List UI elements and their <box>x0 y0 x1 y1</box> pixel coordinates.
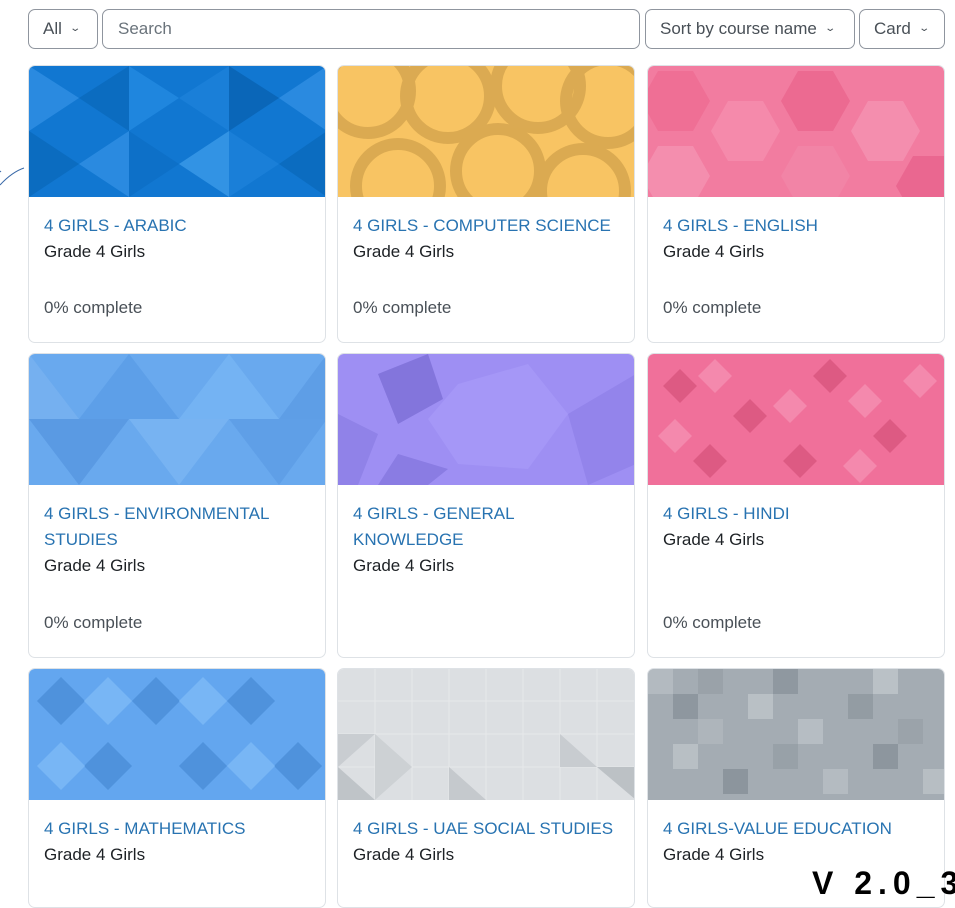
course-category: Grade 4 Girls <box>44 845 146 864</box>
course-image[interactable] <box>648 354 944 485</box>
course-card[interactable]: 4 GIRLS - COMPUTER SCIENCE Grade 4 Girls… <box>337 65 635 343</box>
sort-label: Sort by course name <box>660 19 817 38</box>
course-card[interactable]: 4 GIRLS - MATHEMATICS Grade 4 Girls <box>28 668 326 908</box>
course-progress: 0% complete <box>353 298 452 317</box>
course-name-link[interactable]: 4 GIRLS - UAE SOCIAL STUDIES <box>353 816 619 842</box>
view-dropdown[interactable]: Card ⌄ <box>859 9 945 49</box>
course-card[interactable]: 4 GIRLS - HINDI Grade 4 Girls 0% complet… <box>647 353 945 658</box>
course-name-link[interactable]: 4 GIRLS - ARABIC <box>44 213 310 239</box>
course-progress: 0% complete <box>44 613 143 632</box>
search-placeholder: Search <box>118 19 172 38</box>
chevron-down-icon: ⌄ <box>69 23 81 34</box>
course-category: Grade 4 Girls <box>353 242 455 261</box>
course-progress: 0% complete <box>44 298 143 317</box>
course-image[interactable] <box>338 354 634 485</box>
course-card[interactable]: 4 GIRLS - ENVIRONMENTAL STUDIES Grade 4 … <box>28 353 326 658</box>
course-card[interactable]: 4 GIRLS - UAE SOCIAL STUDIES Grade 4 Gir… <box>337 668 635 908</box>
course-name-link[interactable]: 4 GIRLS - GENERAL KNOWLEDGE <box>353 501 619 553</box>
course-card[interactable]: 4 GIRLS - GENERAL KNOWLEDGE Grade 4 Girl… <box>337 353 635 658</box>
course-image[interactable] <box>338 669 634 800</box>
version-label: V 2.0_3 <box>812 865 955 901</box>
course-category: Grade 4 Girls <box>663 530 765 549</box>
course-category: Grade 4 Girls <box>353 556 455 575</box>
sort-dropdown[interactable]: Sort by course name ⌄ <box>645 9 855 49</box>
course-image[interactable] <box>29 66 325 197</box>
grouping-dropdown[interactable]: All ⌄ <box>28 9 98 49</box>
course-progress: 0% complete <box>663 298 762 317</box>
course-name-link[interactable]: 4 GIRLS - HINDI <box>663 501 929 527</box>
course-name-link[interactable]: 4 GIRLS - MATHEMATICS <box>44 816 310 842</box>
course-card[interactable]: 4 GIRLS - ENGLISH Grade 4 Girls 0% compl… <box>647 65 945 343</box>
course-card[interactable]: 4 GIRLS - ARABIC Grade 4 Girls 0% comple… <box>28 65 326 343</box>
course-category: Grade 4 Girls <box>44 556 146 575</box>
chevron-down-icon: ⌄ <box>824 23 836 34</box>
course-category: Grade 4 Girls <box>663 242 765 261</box>
course-image[interactable] <box>648 66 944 197</box>
grouping-label: All <box>43 19 62 38</box>
course-category: Grade 4 Girls <box>44 242 146 261</box>
course-name-link[interactable]: 4 GIRLS - ENGLISH <box>663 213 929 239</box>
course-toolbar: All ⌄ Search Sort by course name ⌄ Card … <box>28 9 945 51</box>
course-name-link[interactable]: 4 GIRLS - ENVIRONMENTAL STUDIES <box>44 501 310 553</box>
course-image[interactable] <box>29 354 325 485</box>
course-image[interactable] <box>338 66 634 197</box>
course-name-link[interactable]: 4 GIRLS - COMPUTER SCIENCE <box>353 213 619 239</box>
view-label: Card <box>874 19 911 38</box>
course-category: Grade 4 Girls <box>353 845 455 864</box>
course-image[interactable] <box>648 669 944 800</box>
search-input[interactable]: Search <box>102 9 640 49</box>
course-progress: 0% complete <box>663 613 762 632</box>
chevron-down-icon: ⌄ <box>918 23 930 34</box>
course-name-link[interactable]: 4 GIRLS-VALUE EDUCATION <box>663 816 929 842</box>
course-image[interactable] <box>29 669 325 800</box>
